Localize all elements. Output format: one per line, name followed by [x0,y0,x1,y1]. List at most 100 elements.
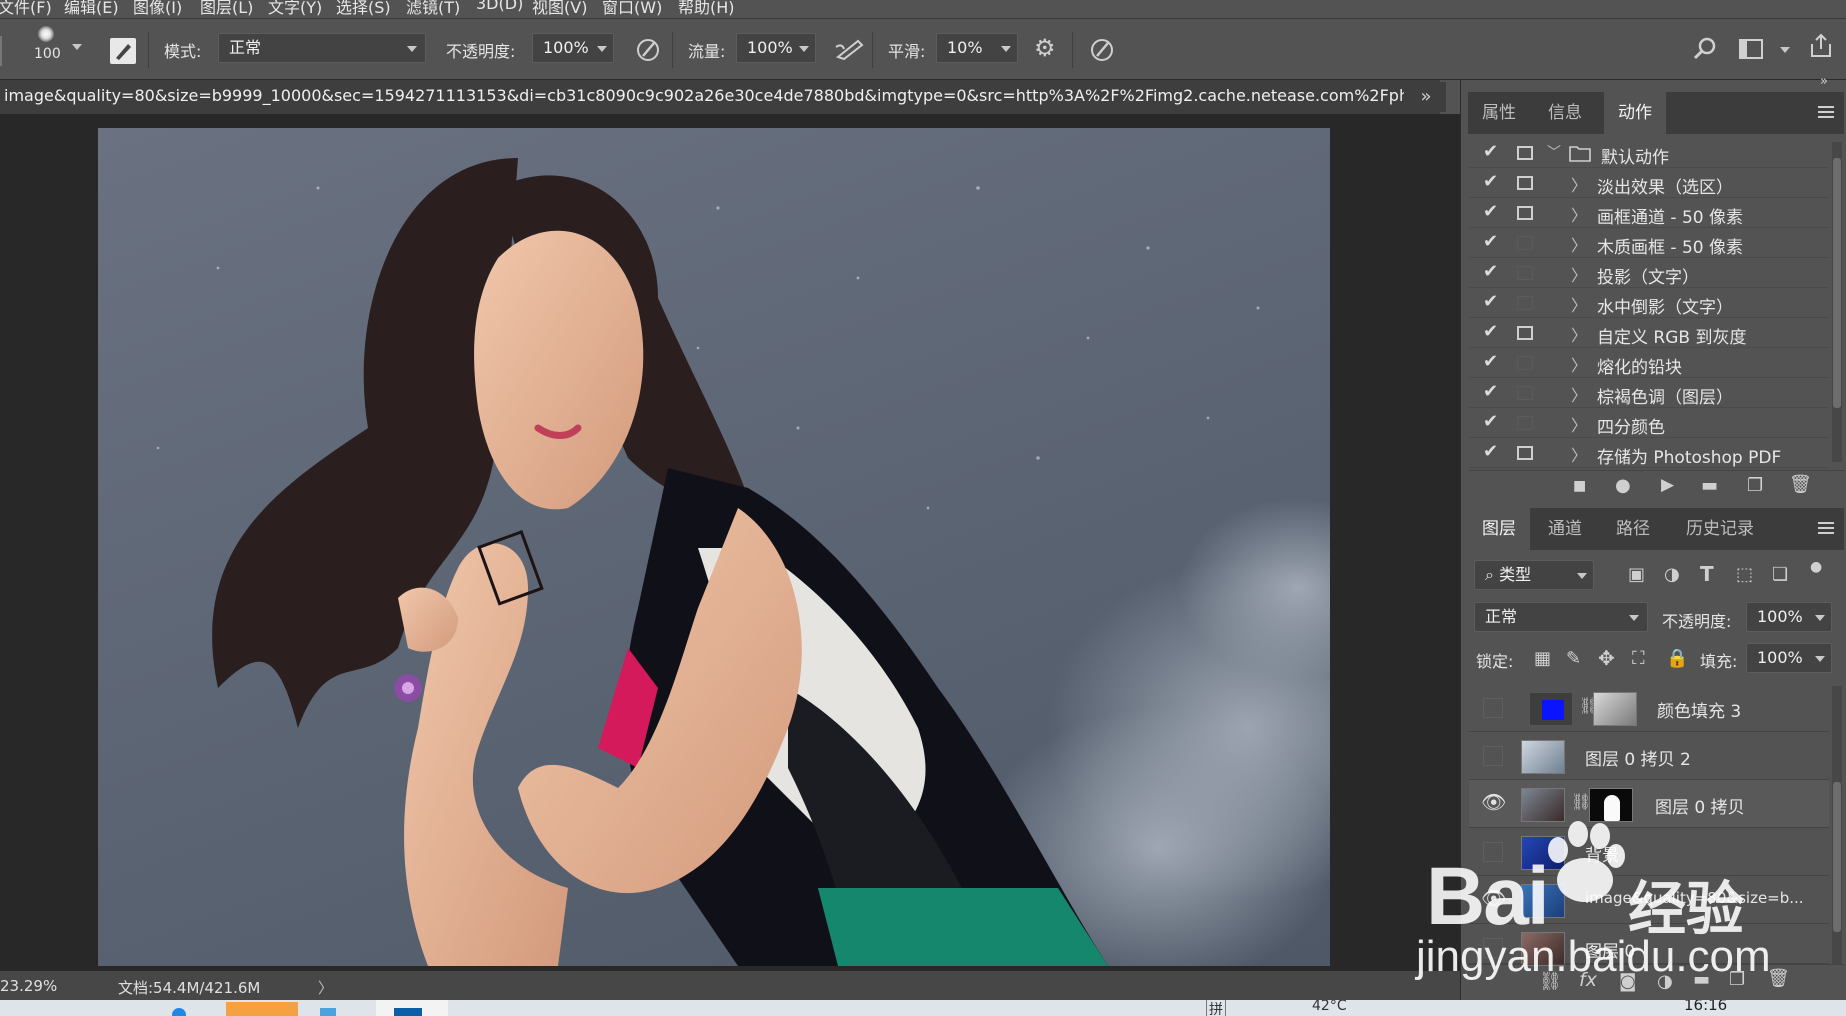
document-image[interactable] [98,128,1330,966]
layer-row[interactable]: ⛓ 颜色填充 3 [1469,684,1829,732]
trash-icon[interactable]: 🗑 [1767,970,1790,988]
layer-row[interactable]: 图层 0 [1469,924,1829,966]
record-icon[interactable]: ● [1615,477,1631,495]
add-mask-icon[interactable]: ◙ [1619,973,1636,991]
action-item[interactable]: ✔ 〉棕褐色调（图层） [1469,378,1829,408]
tab-paths[interactable]: 路径 [1602,508,1664,550]
lock-all-icon[interactable]: 🔒 [1666,650,1688,668]
layers-scrollbar[interactable] [1832,686,1842,964]
eye-icon[interactable]: 👁 [1481,886,1506,910]
dialog-toggle-icon[interactable] [1517,236,1533,250]
check-icon[interactable]: ✔ [1483,351,1498,372]
chevron-right-icon[interactable]: 〉 [1571,382,1587,406]
dialog-toggle-icon[interactable] [1517,176,1533,190]
check-icon[interactable]: ✔ [1483,231,1498,252]
action-item[interactable]: ✔ 〉投影（文字） [1469,258,1829,288]
menu-file[interactable]: 文件(F) [0,0,52,18]
filter-adjustment-icon[interactable]: ◑ [1664,566,1680,584]
lock-move-icon[interactable]: ✥ [1598,648,1615,668]
taskbar-app-active[interactable] [226,1002,298,1016]
visibility-toggle[interactable] [1483,938,1503,958]
tab-history[interactable]: 历史记录 [1672,508,1768,550]
menu-layer[interactable]: 图层(L) [200,0,253,18]
tab-channels[interactable]: 通道 [1534,508,1596,550]
play-icon[interactable]: ▶ [1661,477,1674,494]
tab-layers[interactable]: 图层 [1468,508,1530,550]
eye-icon[interactable]: 👁 [1481,790,1506,814]
layer-mask-thumbnail[interactable] [1593,692,1637,726]
document-tab-title[interactable]: image&quality=80&size=b9999_10000&sec=15… [4,86,1404,105]
ime-indicator[interactable]: 拼 [1206,1000,1226,1016]
layer-row[interactable]: 背景 [1469,828,1829,876]
menu-filter[interactable]: 滤镜(T) [406,0,460,18]
chevron-right-icon[interactable]: 〉 [1571,352,1587,376]
layer-row[interactable]: 图层 0 拷贝 2 [1469,732,1829,780]
check-icon[interactable]: ✔ [1483,141,1498,162]
dialog-toggle-icon[interactable] [1517,356,1533,370]
taskbar-app-icon[interactable] [172,1008,186,1016]
chevron-right-icon[interactable]: 〉 [1571,202,1587,226]
mode-select[interactable]: 正常 [218,33,426,63]
fill-input[interactable]: 100% [1746,643,1832,673]
check-icon[interactable]: ✔ [1483,321,1498,342]
panel-menu-icon[interactable] [1818,522,1834,534]
chevron-right-icon[interactable]: 〉 [1571,262,1587,286]
lock-artboard-icon[interactable]: ⛶ [1632,650,1645,668]
pressure-size-icon[interactable] [1088,36,1116,68]
check-icon[interactable]: ✔ [1483,171,1498,192]
tab-actions[interactable]: 动作 [1604,92,1666,134]
action-item[interactable]: ✔ 〉四分颜色 [1469,408,1829,438]
lock-transparent-icon[interactable]: ▦ [1534,650,1551,668]
layer-row[interactable]: 👁 image&quality=80&size=b... [1469,876,1829,924]
brush-preset-picker[interactable]: 100 [30,24,90,80]
actions-scrollbar-thumb[interactable] [1833,158,1841,408]
layer-filter-select[interactable]: ⌕ 类型 [1474,560,1594,590]
clock[interactable]: 16:16 [1684,1000,1727,1014]
layer-opacity-input[interactable]: 100% [1746,602,1832,632]
action-item[interactable]: ✔ 〉画框通道 - 50 像素 [1469,198,1829,228]
tab-properties[interactable]: 属性 [1468,92,1530,134]
dialog-toggle-icon[interactable] [1517,326,1533,340]
airbrush-icon[interactable] [834,37,866,67]
menu-edit[interactable]: 编辑(E) [64,0,119,18]
new-group-icon[interactable]: ▬ [1693,971,1710,989]
dialog-toggle-icon[interactable] [1517,206,1533,220]
check-icon[interactable]: ✔ [1483,291,1498,312]
layer-row[interactable]: 👁 ⛓ 图层 0 拷贝 [1469,780,1829,828]
lock-brush-icon[interactable]: ✎ [1566,650,1581,668]
chevron-right-icon[interactable]: 〉 [1571,172,1587,196]
new-action-icon[interactable]: ❐ [1747,477,1763,495]
check-icon[interactable]: ✔ [1483,441,1498,462]
dialog-toggle-icon[interactable] [1517,146,1533,160]
actions-scrollbar[interactable] [1832,142,1842,462]
dialog-toggle-icon[interactable] [1517,296,1533,310]
menu-type[interactable]: 文字(Y) [268,0,322,18]
taskbar-app-icon[interactable] [320,1008,336,1016]
opacity-input[interactable]: 100% [532,33,614,63]
smoothing-input[interactable]: 10% [936,33,1018,63]
check-icon[interactable]: ✔ [1483,411,1498,432]
visibility-toggle[interactable] [1483,746,1503,766]
chevron-down-icon[interactable]: ﹀ [1547,142,1561,162]
dialog-toggle-icon[interactable] [1517,386,1533,400]
layers-scrollbar-thumb[interactable] [1833,782,1841,932]
tab-info[interactable]: 信息 [1534,92,1596,134]
dialog-toggle-icon[interactable] [1517,266,1533,280]
action-set-default[interactable]: ✔ ﹀ 默认动作 [1469,138,1829,168]
dialog-toggle-icon[interactable] [1517,446,1533,460]
panel-collapse-icon[interactable]: » [1406,82,1446,112]
check-icon[interactable]: ✔ [1483,261,1498,282]
dock-collapse-icon[interactable]: » [1820,74,1828,89]
filter-pixel-icon[interactable]: ▣ [1628,566,1645,584]
action-item[interactable]: ✔ 〉木质画框 - 50 像素 [1469,228,1829,258]
workspace-icon[interactable] [1738,38,1764,64]
action-item[interactable]: ✔ 〉淡出效果（选区） [1469,168,1829,198]
share-icon[interactable] [1808,32,1834,64]
adjustment-layer-icon[interactable]: ◑ [1657,973,1673,991]
action-item[interactable]: ✔ 〉自定义 RGB 到灰度 [1469,318,1829,348]
search-icon[interactable] [1692,36,1718,66]
visibility-toggle[interactable] [1483,842,1503,862]
zoom-level[interactable]: 23.29% [0,977,57,995]
dialog-toggle-icon[interactable] [1517,416,1533,430]
action-item[interactable]: ✔ 〉存储为 Photoshop PDF [1469,438,1829,468]
